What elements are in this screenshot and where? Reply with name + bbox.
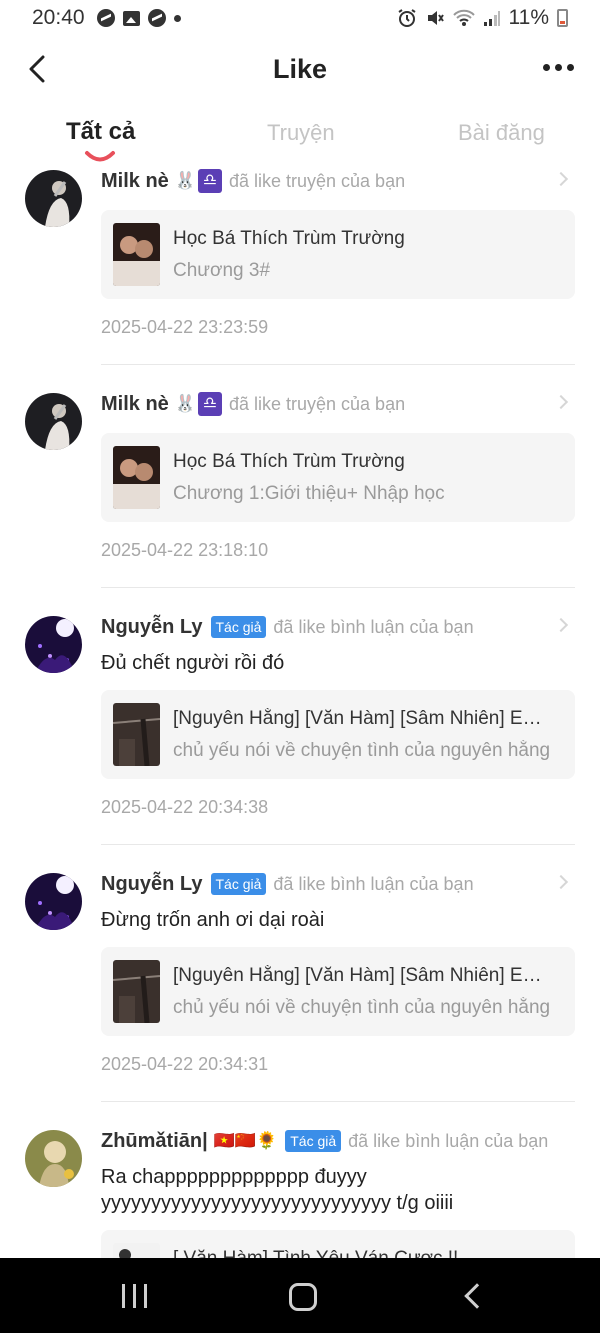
avatar[interactable] [25,1130,82,1187]
action-text: đã like bình luận của bạn [348,1130,549,1151]
story-title: [Nguyên Hằng] [Văn Hàm] [Sâm Nhiên] Em .… [173,708,557,729]
timestamp: 2025-04-22 20:34:31 [101,1054,269,1074]
dot-icon [173,14,181,22]
status-bar: 20:40 11% [0,0,600,36]
more-button[interactable] [543,64,574,71]
status-right: 11% [397,6,568,30]
rabbit-emoji: 🐰 [174,171,196,190]
divider [101,364,575,365]
notification-item[interactable]: Nguyễn Ly Tác giả đã like bình luận của … [0,612,600,845]
avatar[interactable] [25,393,82,450]
story-card[interactable]: Học Bá Thích Trùm Trường Chương 1:Giới t… [101,433,575,522]
story-cover [113,703,160,766]
story-cover [113,446,160,509]
notification-item[interactable]: Milk nè 🐰 ♎ đã like truyện của bạn Học B… [0,166,600,365]
status-time: 20:40 [32,6,85,29]
libra-sign-icon: ♎ [197,392,222,416]
timestamp: 2025-04-22 23:18:10 [101,540,269,560]
flag-emoji: 🇻🇳🇨🇳🌻 [213,1131,278,1150]
action-text: đã like bình luận của bạn [273,616,474,637]
more-horizontal-icon [543,64,550,71]
timestamp: 2025-04-22 20:34:38 [101,797,269,817]
avatar[interactable] [25,170,82,227]
alarm-icon [397,9,416,27]
item-header: Zhūmǎtiān| 🇻🇳🇨🇳🌻 Tác giả đã like bình lu… [101,1126,575,1156]
recents-button[interactable] [122,1284,147,1308]
wifi-icon [452,9,475,26]
user-name[interactable]: Zhūmǎtiān| [101,1130,208,1153]
chapter-name: Chương 3# [173,260,271,281]
avatar[interactable] [25,616,82,673]
divider [101,844,575,845]
notification-item[interactable]: Zhūmǎtiān| 🇻🇳🇨🇳🌻 Tác giả đã like bình lu… [0,1126,600,1258]
status-left: 20:40 [32,6,181,30]
user-name[interactable]: Milk nè [101,393,169,416]
action-text: đã like truyện của bạn [228,393,406,414]
tab-all[interactable]: Tất cả [66,118,135,146]
author-badge: Tác giả [210,873,267,895]
item-header: Milk nè 🐰 ♎ đã like truyện của bạn [101,389,575,419]
battery-percent: 11% [508,6,549,29]
author-badge: Tác giả [210,616,267,638]
comment-text: Đừng trốn anh ơi dại roài [101,909,325,931]
comment-text: Ra chappppppppppppp đuyyy yyyyyyyyyyyyyy… [101,1166,454,1214]
divider [101,1101,575,1102]
tab-active-indicator [85,151,115,162]
item-header: Milk nè 🐰 ♎ đã like truyện của bạn [101,166,575,196]
story-title: Học Bá Thích Trùm Trường [173,451,405,472]
system-nav-bar [0,1258,600,1333]
item-header: Nguyễn Ly Tác giả đã like bình luận của … [101,869,575,899]
messenger-icon [147,9,166,27]
notification-feed[interactable]: Milk nè 🐰 ♎ đã like truyện của bạn Học B… [0,166,600,1258]
user-name[interactable]: Nguyễn Ly [101,873,203,896]
user-name[interactable]: Milk nè [101,170,169,193]
signal-icon [483,11,500,26]
rabbit-emoji: 🐰 [174,394,196,413]
gallery-icon [122,10,140,26]
timestamp: 2025-04-22 23:23:59 [101,317,269,337]
story-card[interactable]: [Nguyên Hằng] [Văn Hàm] [Sâm Nhiên] Em .… [101,947,575,1036]
story-cover [113,960,160,1023]
divider [101,587,575,588]
battery-icon [557,9,568,27]
action-text: đã like bình luận của bạn [273,873,474,894]
messenger-icon [96,9,115,27]
story-title: [ Văn Hàm] Tình Yêu Ván Cược !! [173,1248,557,1258]
story-cover [113,223,160,286]
header: Like [0,40,600,102]
story-summary: chủ yếu nói về chuyện tình của nguyên hằ… [173,740,551,761]
story-summary: chủ yếu nói về chuyện tình của nguyên hằ… [173,997,551,1018]
mute-icon [427,11,444,25]
author-badge: Tác giả [285,1130,342,1152]
tab-posts[interactable]: Bài đăng [458,120,545,146]
libra-sign-icon: ♎ [197,169,222,193]
story-cover [113,1243,160,1258]
story-title: Học Bá Thích Trùm Trường [173,228,405,249]
story-card[interactable]: Học Bá Thích Trùm Trường Chương 3# [101,210,575,299]
tab-stories[interactable]: Truyện [267,120,335,146]
recents-icon [122,1284,125,1308]
tab-bar: Tất cả Truyện Bài đăng [0,116,600,166]
notification-item[interactable]: Milk nè 🐰 ♎ đã like truyện của bạn Học B… [0,389,600,588]
chapter-name: Chương 1:Giới thiệu+ Nhập học [173,483,445,504]
page-title: Like [272,54,328,84]
avatar[interactable] [25,873,82,930]
home-button[interactable] [289,1283,317,1311]
story-title: [Nguyên Hằng] [Văn Hàm] [Sâm Nhiên] Em .… [173,965,557,986]
action-text: đã like truyện của bạn [228,170,406,191]
comment-text: Đủ chết người rồi đó [101,652,285,674]
story-card[interactable]: [Nguyên Hằng] [Văn Hàm] [Sâm Nhiên] Em .… [101,690,575,779]
item-header: Nguyễn Ly Tác giả đã like bình luận của … [101,612,575,642]
story-card[interactable]: [ Văn Hàm] Tình Yêu Ván Cược !! [101,1230,575,1258]
nav-back-button[interactable] [464,1283,490,1309]
user-name[interactable]: Nguyễn Ly [101,616,203,639]
notification-item[interactable]: Nguyễn Ly Tác giả đã like bình luận của … [0,869,600,1102]
